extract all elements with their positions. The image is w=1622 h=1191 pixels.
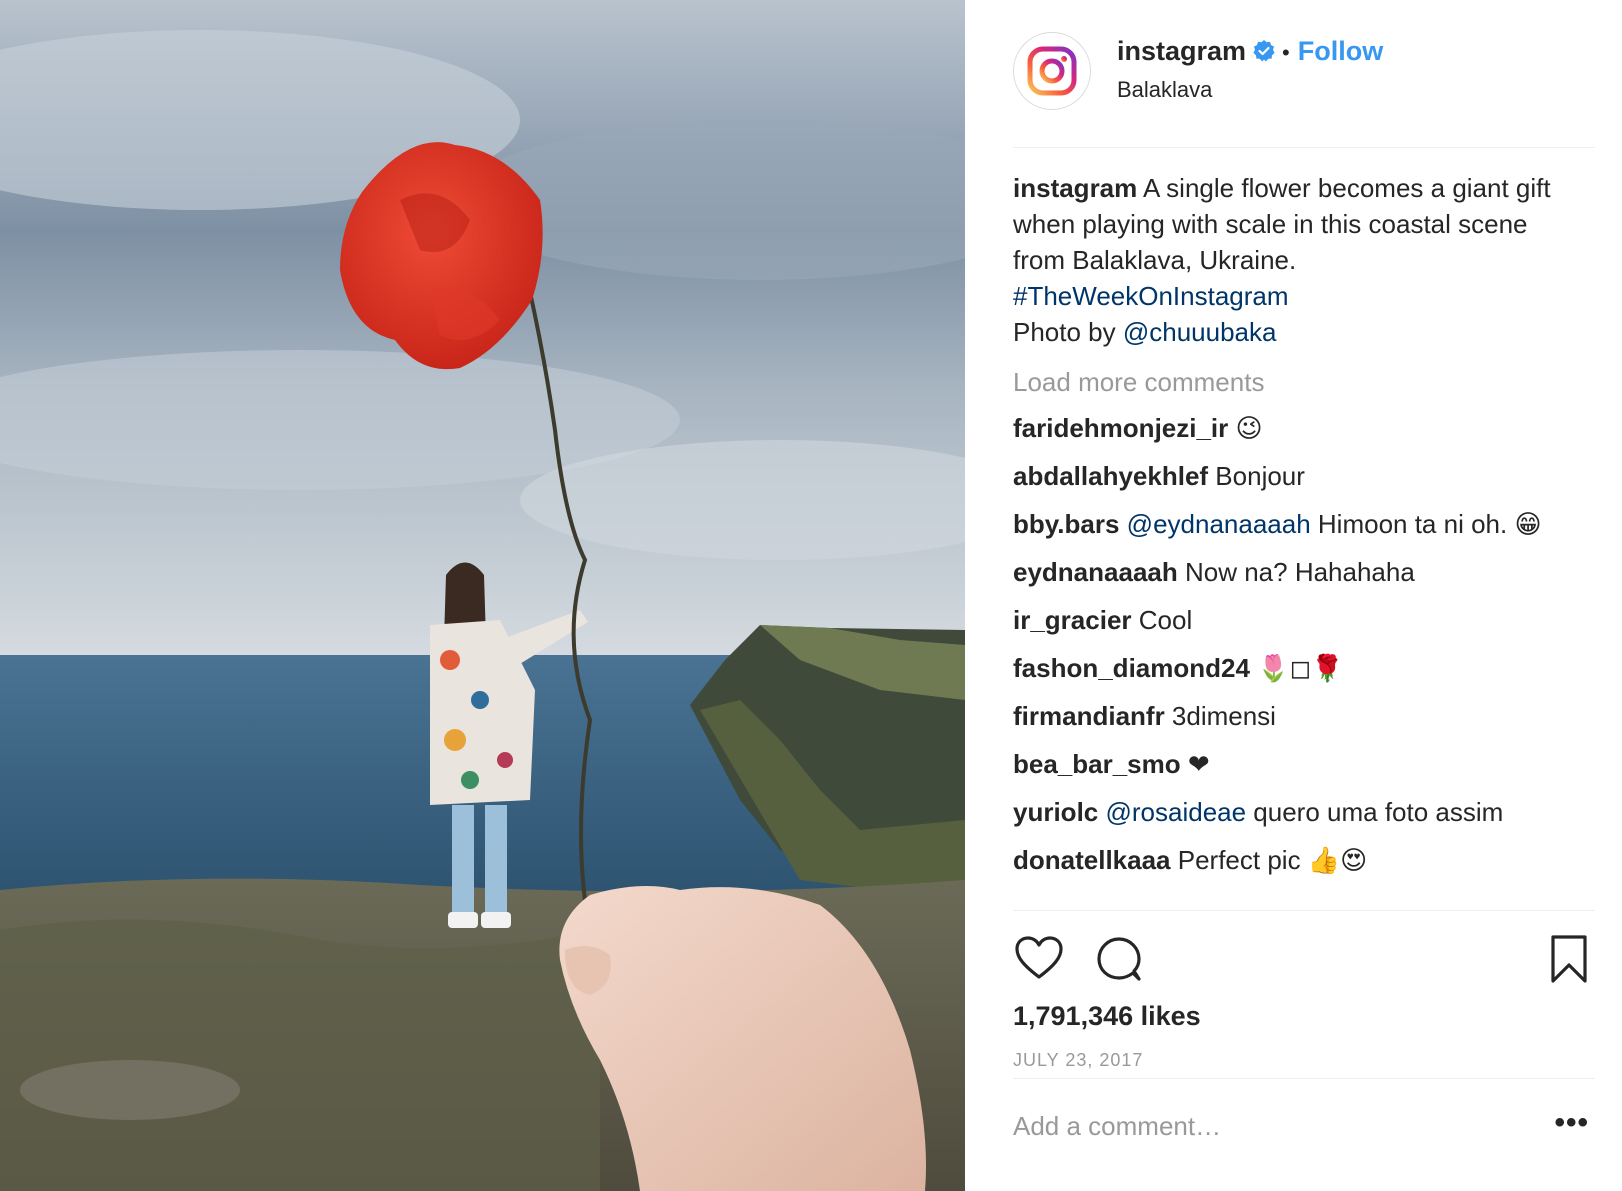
comment-username[interactable]: fashon_diamond24 [1013, 653, 1250, 683]
comment-mention[interactable]: @rosaideae [1105, 797, 1246, 827]
comment-text: Bonjour [1208, 461, 1305, 491]
load-more-comments-button[interactable]: Load more comments [1013, 364, 1583, 400]
comment-text: 🌷◻🌹 [1249, 653, 1344, 683]
header-username[interactable]: instagram [1117, 36, 1246, 66]
verified-badge-icon [1253, 40, 1275, 62]
comment-item: ir_gracier Cool [1013, 602, 1583, 638]
add-comment-bar: ••• [1013, 1078, 1595, 1178]
comment-username[interactable]: eydnanaaaah [1013, 557, 1178, 587]
comment-item: donatellkaaa Perfect pic 👍😍 [1013, 842, 1583, 878]
comment-text: Himoon ta ni oh. 😁 [1310, 509, 1542, 539]
comment-username[interactable]: bea_bar_smo [1013, 749, 1181, 779]
caption-hashtag[interactable]: #TheWeekOnInstagram [1013, 281, 1289, 311]
heart-icon [1015, 936, 1063, 979]
comment-button[interactable] [1093, 933, 1145, 985]
comment-text: ❤ [1180, 749, 1210, 779]
comment-item: bby.bars @eydnanaaaah Himoon ta ni oh. 😁 [1013, 506, 1583, 542]
comment-username[interactable]: ir_gracier [1013, 605, 1132, 635]
post-modal: instagram • Follow Balaklava instagram A s… [0, 0, 1622, 1191]
comment-item: fashon_diamond24 🌷◻🌹 [1013, 650, 1583, 686]
post-header: instagram • Follow Balaklava [1013, 28, 1595, 148]
comment-username[interactable]: bby.bars [1013, 509, 1119, 539]
comment-username[interactable]: firmandianfr [1013, 701, 1165, 731]
caption-photo-credit[interactable]: @chuuubaka [1123, 317, 1277, 347]
instagram-logo-icon [1027, 46, 1077, 96]
more-options-button[interactable]: ••• [1554, 1108, 1589, 1138]
post-location[interactable]: Balaklava [1117, 77, 1383, 103]
post-header-text: instagram • Follow Balaklava [1117, 36, 1383, 103]
comment-item: yuriolc @rosaideae quero uma foto assim [1013, 794, 1583, 830]
post-photo[interactable] [0, 0, 965, 1191]
comment-username[interactable]: yuriolc [1013, 797, 1098, 827]
header-separator: • [1282, 40, 1290, 65]
post-date: JULY 23, 2017 [1013, 1050, 1144, 1070]
comment-item: bea_bar_smo ❤ [1013, 746, 1583, 782]
comment-username[interactable]: abdallahyekhlef [1013, 461, 1208, 491]
comment-item: faridehmonjezi_ir 😉 [1013, 410, 1583, 446]
photo-illustration [0, 0, 965, 1191]
action-icons [1013, 933, 1595, 989]
comment-item: firmandianfr 3dimensi [1013, 698, 1583, 734]
comment-text: 😉 [1228, 413, 1263, 443]
caption-photo-by: Photo by [1013, 317, 1123, 347]
comment-text: Cool [1131, 605, 1193, 635]
comment-username[interactable]: donatellkaaa [1013, 845, 1171, 875]
comment-input[interactable] [1013, 1111, 1493, 1142]
comment-text: Perfect pic 👍😍 [1170, 845, 1368, 875]
comments-list[interactable]: instagram A single flower becomes a gian… [1013, 170, 1583, 910]
likes-count[interactable]: 1,791,346 likes [1013, 1001, 1595, 1032]
post-actions: 1,791,346 likes JULY 23, 2017 [1013, 910, 1595, 1071]
bookmark-icon [1551, 935, 1587, 983]
avatar[interactable] [1013, 32, 1091, 110]
comment-mention[interactable]: @eydnanaaaah [1127, 509, 1311, 539]
comment-item: abdallahyekhlef Bonjour [1013, 458, 1583, 494]
comment-icon [1097, 937, 1141, 981]
follow-button[interactable]: Follow [1298, 36, 1383, 66]
caption-username[interactable]: instagram [1013, 173, 1137, 203]
post-sidebar: instagram • Follow Balaklava instagram A s… [965, 0, 1622, 1191]
comment-item: eydnanaaaah Now na? Hahahaha [1013, 554, 1583, 590]
comments-fade [1013, 886, 1583, 910]
comment-text: quero uma foto assim [1246, 797, 1504, 827]
post-caption: instagram A single flower becomes a gian… [1013, 170, 1583, 350]
comment-text: 3dimensi [1164, 701, 1276, 731]
comment-username[interactable]: faridehmonjezi_ir [1013, 413, 1228, 443]
comment-text: Now na? Hahahaha [1177, 557, 1415, 587]
like-button[interactable] [1013, 933, 1065, 985]
save-button[interactable] [1543, 933, 1595, 985]
